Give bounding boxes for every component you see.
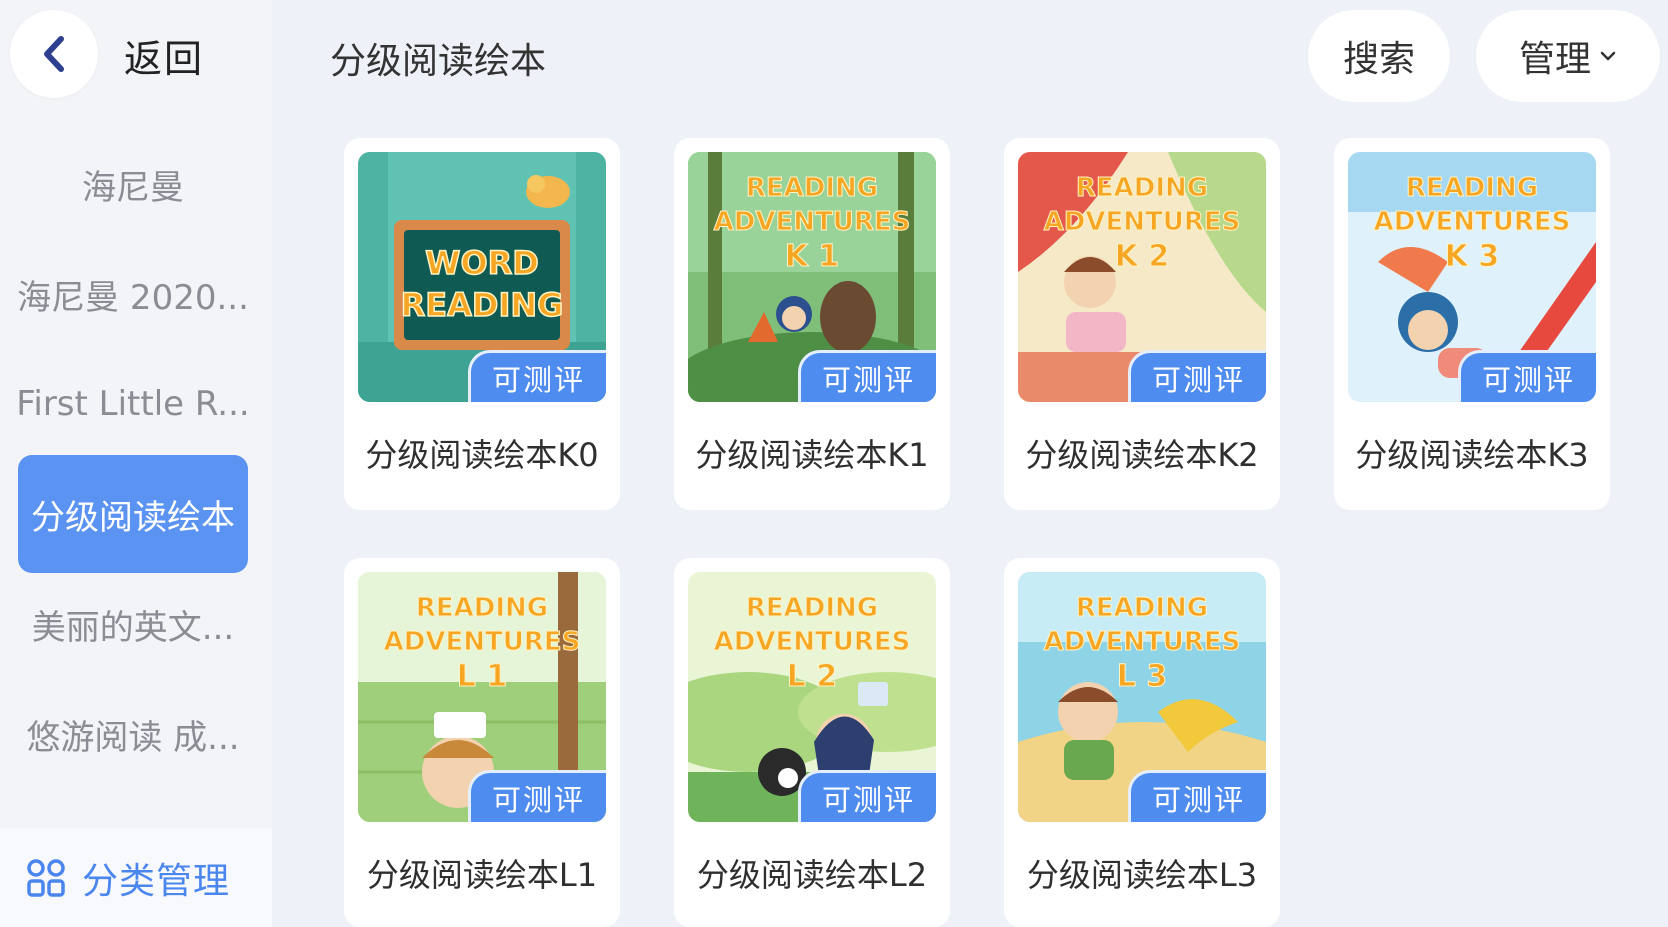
book-title[interactable]: 分级阅读绘本L1 bbox=[344, 850, 620, 896]
book-cover[interactable]: READING ADVENTURES L 2 可测评 bbox=[688, 572, 936, 822]
cover-title-line-2: READING bbox=[401, 286, 564, 324]
cover-title-line-2: ADVENTURES bbox=[1044, 627, 1241, 657]
assessable-badge: 可测评 bbox=[798, 770, 936, 822]
cover-title-line-1: READING bbox=[746, 593, 878, 623]
sidebar-item-first-little-readers[interactable]: First Little R... bbox=[16, 345, 249, 463]
category-manage-button[interactable]: 分类管理 bbox=[0, 828, 272, 927]
grid-icon bbox=[27, 858, 65, 897]
cover-title-line-2: ADVENTURES bbox=[384, 627, 581, 657]
cover-title-line-1: READING bbox=[1406, 173, 1538, 203]
cover-title-line-3: L 2 bbox=[787, 659, 837, 694]
sidebar-item-beautiful-english[interactable]: 美丽的英文... bbox=[18, 565, 248, 683]
book-title[interactable]: 分级阅读绘本K3 bbox=[1334, 430, 1610, 476]
book-title[interactable]: 分级阅读绘本L2 bbox=[674, 850, 950, 896]
cover-title-line-1: WORD bbox=[425, 244, 539, 282]
back-button[interactable] bbox=[10, 10, 98, 98]
sidebar-item-heinemann-2020[interactable]: 海尼曼 2020... bbox=[17, 235, 249, 353]
manage-dropdown[interactable]: 管理 bbox=[1476, 10, 1660, 102]
book-cover[interactable]: READING ADVENTURES K 3 可测评 bbox=[1348, 152, 1596, 402]
book-card[interactable]: READING ADVENTURES L 3 可测评 分级阅读绘本L3 bbox=[1004, 558, 1280, 927]
cover-title-line-3: K 3 bbox=[1445, 239, 1500, 274]
cover-title-line-3: L 3 bbox=[1117, 659, 1167, 694]
back-label[interactable]: 返回 bbox=[124, 28, 204, 83]
assessable-badge: 可测评 bbox=[468, 770, 606, 822]
chevron-down-icon bbox=[1600, 51, 1616, 61]
book-card[interactable]: READING ADVENTURES K 1 可测评 分级阅读绘本K1 bbox=[674, 138, 950, 510]
book-title[interactable]: 分级阅读绘本L3 bbox=[1004, 850, 1280, 896]
sidebar-item-youyou-reading[interactable]: 悠游阅读 成... bbox=[18, 675, 248, 793]
book-card[interactable]: READING ADVENTURES L 2 可测评 分级阅读绘本L2 bbox=[674, 558, 950, 927]
cover-title-line-2: ADVENTURES bbox=[1044, 207, 1241, 237]
search-label: 搜索 bbox=[1342, 39, 1415, 80]
sidebar: 返回 海尼曼 海尼曼 2020... First Little R... 分级阅… bbox=[0, 0, 272, 927]
cover-title-line-1: READING bbox=[1076, 593, 1208, 623]
book-cover[interactable]: WORD READING 可测评 bbox=[358, 152, 606, 402]
book-cover[interactable]: READING ADVENTURES K 2 可测评 bbox=[1018, 152, 1266, 402]
book-card[interactable]: READING ADVENTURES K 3 可测评 分级阅读绘本K3 bbox=[1334, 138, 1610, 510]
cover-title-line-2: ADVENTURES bbox=[714, 207, 911, 237]
sidebar-item-graded-reading[interactable]: 分级阅读绘本 bbox=[18, 455, 248, 573]
book-card[interactable]: READING ADVENTURES K 2 可测评 分级阅读绘本K2 bbox=[1004, 138, 1280, 510]
search-button[interactable]: 搜索 bbox=[1308, 10, 1450, 102]
category-manage-label: 分类管理 bbox=[82, 860, 231, 902]
assessable-badge: 可测评 bbox=[468, 350, 606, 402]
chevron-left-icon bbox=[44, 36, 64, 72]
cover-title-line-1: READING bbox=[1076, 173, 1208, 203]
cover-title-line-3: L 1 bbox=[457, 659, 507, 694]
page-title: 分级阅读绘本 bbox=[330, 41, 547, 82]
cover-title-line-3: K 2 bbox=[1115, 239, 1170, 274]
book-cover[interactable]: READING ADVENTURES L 3 可测评 bbox=[1018, 572, 1266, 822]
book-card[interactable]: READING ADVENTURES L 1 可测评 分级阅读绘本L1 bbox=[344, 558, 620, 927]
cover-title-line-2: ADVENTURES bbox=[1374, 207, 1571, 237]
assessable-badge: 可测评 bbox=[798, 350, 936, 402]
cover-title-line-3: K 1 bbox=[785, 239, 840, 274]
book-card[interactable]: WORD READING 可测评 分级阅读绘本K0 bbox=[344, 138, 620, 510]
cover-title-line-2: ADVENTURES bbox=[714, 627, 911, 657]
assessable-badge: 可测评 bbox=[1128, 350, 1266, 402]
cover-title-line-1: READING bbox=[746, 173, 878, 203]
assessable-badge: 可测评 bbox=[1128, 770, 1266, 822]
book-cover[interactable]: READING ADVENTURES L 1 可测评 bbox=[358, 572, 606, 822]
manage-label: 管理 bbox=[1518, 39, 1591, 80]
cover-title-line-1: READING bbox=[416, 593, 548, 623]
book-title[interactable]: 分级阅读绘本K1 bbox=[674, 430, 950, 476]
book-title[interactable]: 分级阅读绘本K2 bbox=[1004, 430, 1280, 476]
sidebar-item-heinemann[interactable]: 海尼曼 bbox=[18, 125, 248, 243]
assessable-badge: 可测评 bbox=[1458, 350, 1596, 402]
book-cover[interactable]: READING ADVENTURES K 1 可测评 bbox=[688, 152, 936, 402]
book-title[interactable]: 分级阅读绘本K0 bbox=[344, 430, 620, 476]
